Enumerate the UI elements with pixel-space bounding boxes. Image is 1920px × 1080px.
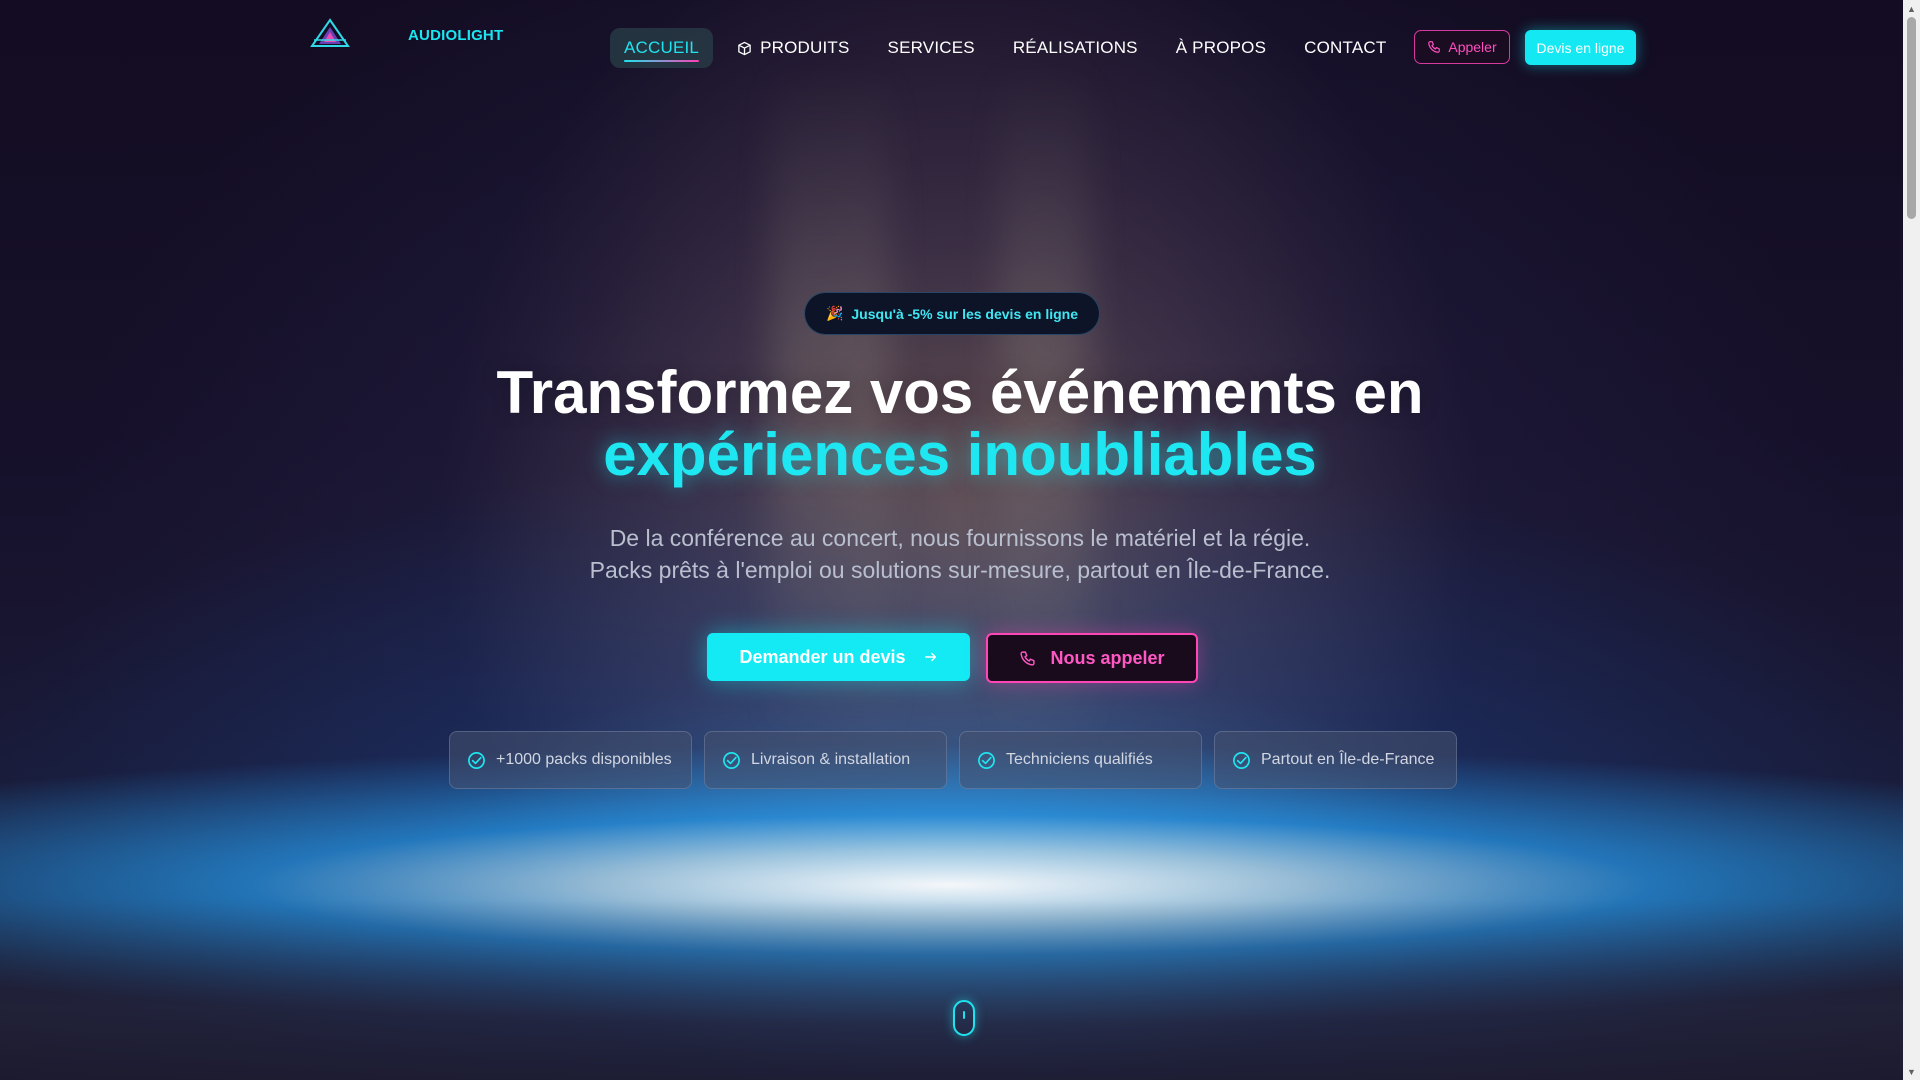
nav-realisations[interactable]: RÉALISATIONS	[999, 28, 1152, 68]
page: AUDIOLIGHT ACCUEIL PRODUITS SERVICES RÉA…	[0, 0, 1920, 1080]
check-circle-icon	[468, 751, 485, 769]
nav-contact-label: CONTACT	[1304, 38, 1387, 57]
feature-label: +1000 packs disponibles	[496, 751, 672, 768]
request-quote-button[interactable]: Demander un devis	[707, 633, 970, 681]
hero-subtitle-line1: De la conférence au concert, nous fourni…	[609, 525, 1311, 551]
feature-item: Livraison & installation	[704, 731, 947, 789]
arrow-right-icon	[924, 652, 936, 662]
main-nav: ACCUEIL PRODUITS SERVICES RÉALISATIONS À…	[610, 28, 1400, 68]
feature-item: Techniciens qualifiés	[959, 731, 1202, 789]
page-scrollbar[interactable]: ▲ ▼	[1903, 0, 1920, 1080]
call-button-label: Appeler	[1448, 39, 1497, 55]
feature-list: +1000 packs disponibles Livraison & inst…	[449, 731, 1457, 789]
nav-realisations-label: RÉALISATIONS	[1012, 38, 1138, 57]
online-quote-button-label: Devis en ligne	[1536, 39, 1625, 56]
box-icon	[738, 41, 751, 55]
bottom-fade	[0, 900, 1920, 1080]
site-header: AUDIOLIGHT ACCUEIL PRODUITS SERVICES RÉA…	[0, 0, 1894, 95]
promo-badge: 🎉 Jusqu'à -5% sur les devis en ligne	[804, 292, 1100, 335]
scroll-up-arrow-icon[interactable]: ▲	[1903, 0, 1920, 17]
check-circle-icon	[978, 751, 995, 769]
nav-a-propos-label: À PROPOS	[1175, 38, 1267, 57]
feature-label: Livraison & installation	[751, 751, 911, 768]
nav-accueil[interactable]: ACCUEIL	[610, 28, 714, 68]
nav-produits[interactable]: PRODUITS	[723, 28, 863, 68]
nav-services[interactable]: SERVICES	[874, 28, 989, 68]
feature-label: Partout en Île-de-France	[1261, 751, 1435, 768]
check-circle-icon	[1233, 751, 1250, 769]
hero-subtitle: De la conférence au concert, nous fourni…	[0, 522, 1920, 586]
brand-name[interactable]: AUDIOLIGHT	[408, 27, 503, 44]
mouse-wheel	[963, 1011, 965, 1019]
nav-services-label: SERVICES	[887, 38, 975, 57]
hero-title-line2: expériences inoubliables	[603, 421, 1317, 488]
check-circle-icon	[723, 751, 740, 769]
online-quote-button[interactable]: Devis en ligne	[1525, 30, 1636, 65]
nav-produits-label: PRODUITS	[760, 38, 850, 57]
feature-label: Techniciens qualifiés	[1006, 751, 1153, 768]
promo-text: Jusqu'à -5% sur les devis en ligne	[851, 305, 1079, 322]
nav-accueil-label: ACCUEIL	[624, 38, 700, 57]
hero-title: Transformez vos événements en expérience…	[0, 362, 1920, 486]
scrollbar-thumb[interactable]	[1907, 17, 1916, 219]
triangle-logo-icon[interactable]	[310, 18, 350, 48]
call-us-label: Nous appeler	[1050, 647, 1165, 668]
request-quote-label: Demander un devis	[739, 646, 906, 667]
call-us-button[interactable]: Nous appeler	[986, 633, 1198, 683]
phone-icon	[1428, 41, 1441, 53]
party-popper-icon: 🎉	[825, 305, 844, 321]
nav-a-propos[interactable]: À PROPOS	[1162, 28, 1280, 68]
feature-item: Partout en Île-de-France	[1214, 731, 1457, 789]
scroll-down-arrow-icon[interactable]: ▼	[1903, 1063, 1920, 1080]
phone-icon	[1020, 650, 1036, 666]
hero-title-line1: Transformez vos événements en	[496, 359, 1424, 426]
scroll-down-mouse-icon[interactable]	[953, 1000, 975, 1036]
hero-subtitle-line2: Packs prêts à l'emploi ou solutions sur-…	[589, 557, 1331, 583]
call-button[interactable]: Appeler	[1414, 30, 1510, 64]
feature-item: +1000 packs disponibles	[449, 731, 692, 789]
nav-contact[interactable]: CONTACT	[1290, 28, 1400, 68]
